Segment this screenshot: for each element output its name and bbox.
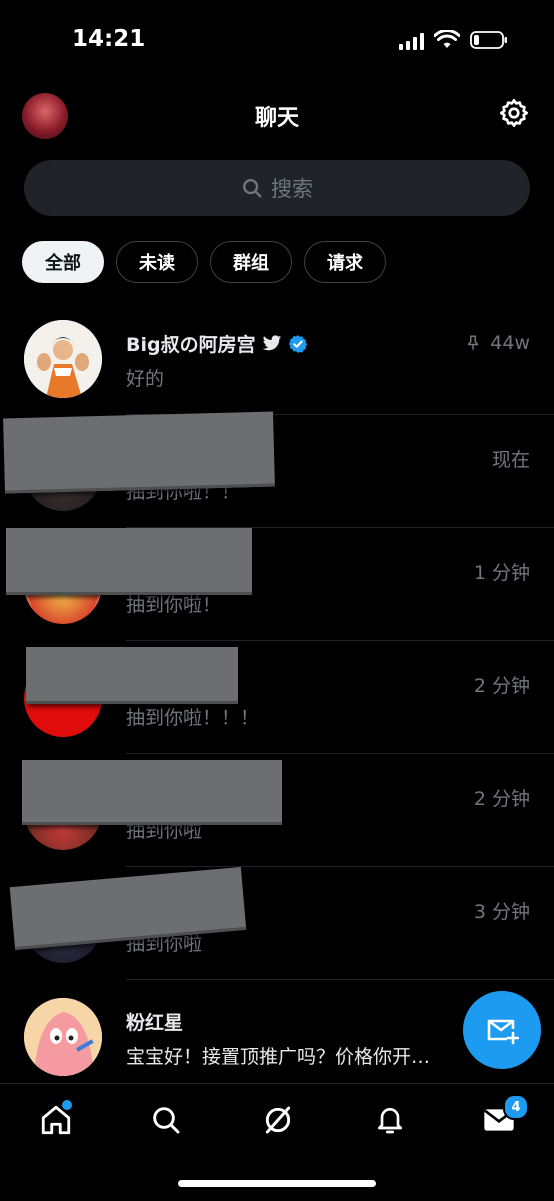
redaction-block <box>6 528 252 595</box>
conversation-row[interactable]: 抽到你啦！！ 现在 <box>0 411 554 528</box>
conversation-row[interactable]: 抽到你啦 2 分钟 <box>0 754 554 867</box>
avatar <box>24 998 102 1076</box>
conversation-time: 3 分钟 <box>473 901 530 923</box>
redaction-block <box>9 867 247 950</box>
tab-explore[interactable] <box>146 1100 186 1140</box>
filter-chips: 全部 未读 群组 请求 <box>22 241 386 283</box>
conversation-preview: 宝宝好！接置顶推广吗？价格你开… <box>126 1046 431 1068</box>
grok-icon <box>265 1106 291 1134</box>
conversation-row[interactable]: Big叔の阿房宫 好的 44w <box>0 302 554 415</box>
page-title: 聊天 <box>254 106 299 131</box>
verified-badge-icon <box>288 334 307 353</box>
filter-all[interactable]: 全部 <box>22 241 104 283</box>
filter-requests[interactable]: 请求 <box>304 241 386 283</box>
conversation-time: 2 分钟 <box>473 788 530 810</box>
bell-icon <box>378 1108 402 1134</box>
conversation-name: Big叔の阿房宫 <box>126 330 308 357</box>
redaction-block <box>22 760 282 825</box>
messages-badge: 4 <box>503 1094 529 1120</box>
conversation-time: 1 分钟 <box>473 562 530 584</box>
wifi-icon <box>434 30 460 50</box>
conversation-name: 粉红星 <box>126 1012 184 1034</box>
pin-icon <box>468 335 479 350</box>
conversation-preview: 抽到你啦！！！ <box>126 707 260 729</box>
filter-groups[interactable]: 群组 <box>210 241 292 283</box>
redaction-block <box>3 411 275 494</box>
new-message-button[interactable] <box>463 991 541 1069</box>
bird-icon <box>262 335 281 351</box>
search-icon <box>243 179 262 198</box>
tab-messages[interactable]: 4 <box>479 1094 529 1140</box>
settings-gear-icon[interactable] <box>498 97 530 129</box>
conversation-time: 44w <box>464 332 530 354</box>
status-bar: 14:21 <box>0 0 554 82</box>
redaction-block <box>26 647 238 704</box>
search-placeholder: 搜索 <box>271 177 313 201</box>
home-notification-dot <box>62 1100 72 1110</box>
status-time: 14:21 <box>72 26 146 52</box>
avatar <box>24 320 102 398</box>
compose-mail-icon <box>487 1019 519 1045</box>
conversation-time: 现在 <box>491 449 530 471</box>
tab-notifications[interactable] <box>370 1100 410 1140</box>
status-icons <box>399 30 508 50</box>
top-header: 聊天 <box>0 82 554 146</box>
tab-home[interactable] <box>36 1100 76 1140</box>
home-indicator <box>178 1180 376 1187</box>
battery-icon <box>470 30 508 50</box>
search-input[interactable]: 搜索 <box>24 160 530 216</box>
conversation-row[interactable]: 抽到你啦 3 分钟 <box>0 867 554 980</box>
conversation-preview: 好的 <box>126 368 165 390</box>
conversation-row[interactable]: 抽到你啦！ 1 分钟 <box>0 528 554 641</box>
cellular-signal-icon <box>399 32 424 50</box>
filter-unread[interactable]: 未读 <box>116 241 198 283</box>
conversation-list: Big叔の阿房宫 好的 44w 抽到你啦！！ 现在 抽到你啦！ 1 分钟 抽到你… <box>0 302 554 1093</box>
conversation-row[interactable]: 抽到你啦！！！ 2 分钟 <box>0 641 554 754</box>
search-icon <box>153 1107 180 1134</box>
conversation-time: 2 分钟 <box>473 675 530 697</box>
tab-grok[interactable] <box>258 1100 298 1140</box>
